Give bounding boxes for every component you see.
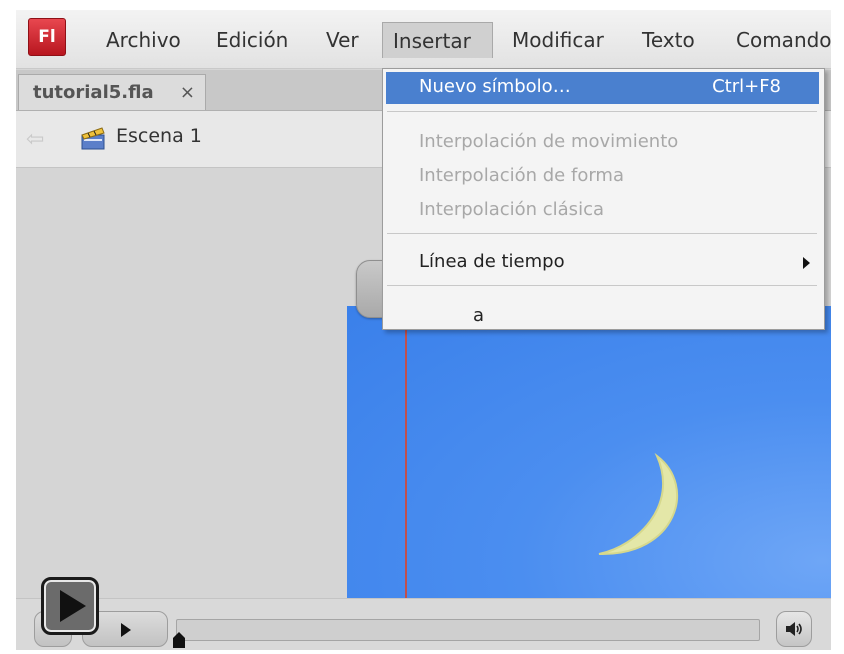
moon-graphic xyxy=(598,452,679,556)
seek-handle[interactable] xyxy=(173,632,185,648)
menu-separator xyxy=(387,233,817,234)
seek-bar[interactable] xyxy=(176,619,760,641)
menu-item-interpolacion-movimiento: Interpolación de movimiento xyxy=(419,131,679,152)
menu-bar: Fl Archivo Edición Ver Insertar Modifica… xyxy=(16,10,831,69)
menu-item-interpolacion-clasica: Interpolación clásica xyxy=(419,199,604,220)
document-tab[interactable]: tutorial5.fla × xyxy=(18,74,206,110)
play-icon xyxy=(60,590,86,622)
play-icon xyxy=(121,623,131,637)
stage[interactable] xyxy=(347,306,831,606)
menu-separator xyxy=(387,285,817,286)
menu-comandos[interactable]: Comando xyxy=(726,22,831,58)
back-arrow-icon[interactable]: ⇦ xyxy=(26,127,44,152)
menu-archivo[interactable]: Archivo xyxy=(96,22,191,58)
clapperboard-icon xyxy=(81,127,105,150)
scene-label[interactable]: Escena 1 xyxy=(116,125,202,147)
submenu-arrow-icon xyxy=(803,257,810,269)
menu-texto[interactable]: Texto xyxy=(632,22,705,58)
flash-logo: Fl xyxy=(28,18,66,56)
video-control-bar xyxy=(16,598,831,650)
volume-button[interactable] xyxy=(776,611,812,647)
guide-line xyxy=(405,306,407,606)
menu-item-linea-de-tiempo[interactable]: Línea de tiempo xyxy=(419,251,565,272)
menu-ver[interactable]: Ver xyxy=(316,22,369,58)
menu-separator xyxy=(387,111,817,112)
flash-window: Fl Archivo Edición Ver Insertar Modifica… xyxy=(16,10,831,650)
menu-item-partial[interactable]: a xyxy=(473,305,484,326)
menu-modificar[interactable]: Modificar xyxy=(502,22,614,58)
menu-item-nuevo-simbolo[interactable]: Nuevo símbolo… Ctrl+F8 xyxy=(386,72,819,104)
speaker-icon xyxy=(786,622,802,636)
menu-item-interpolacion-forma: Interpolación de forma xyxy=(419,165,624,186)
menu-edicion[interactable]: Edición xyxy=(206,22,298,58)
menu-insertar[interactable]: Insertar xyxy=(382,22,493,58)
tab-filename: tutorial5.fla xyxy=(33,82,154,103)
insertar-menu: Nuevo símbolo… Ctrl+F8 Interpolación de … xyxy=(382,68,825,330)
menu-item-label: Nuevo símbolo… xyxy=(419,76,571,97)
close-tab-icon[interactable]: × xyxy=(180,75,195,111)
overlay-play-button[interactable] xyxy=(41,577,99,635)
menu-item-shortcut: Ctrl+F8 xyxy=(712,76,781,97)
